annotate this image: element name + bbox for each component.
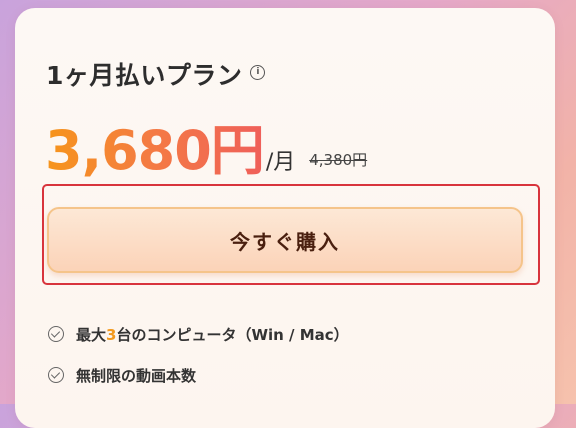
feature-item-videos: 無制限の動画本数 [48, 363, 196, 387]
feature-text: 無制限の動画本数 [76, 366, 197, 385]
buy-now-label: 今すぐ購入 [230, 229, 340, 254]
price: 3,680円 [45, 106, 265, 185]
feature-text: 最大3台のコンピュータ（Win / Mac） [76, 325, 349, 344]
feature-item-computers: 最大3台のコンピュータ（Win / Mac） [48, 322, 349, 346]
buy-now-button[interactable]: 今すぐ購入 [47, 207, 523, 273]
plan-title: 1ヶ月払いプラン [46, 61, 243, 90]
check-circle-icon [48, 367, 64, 383]
plan-title-row: 1ヶ月払いプラン i [46, 56, 266, 92]
price-period: /月 [265, 150, 296, 175]
original-price: 4,380円 [309, 151, 368, 169]
check-circle-icon [48, 326, 64, 342]
info-icon[interactable]: i [250, 64, 266, 80]
price-row: 3,680円 /月 4,380円 [45, 106, 368, 182]
